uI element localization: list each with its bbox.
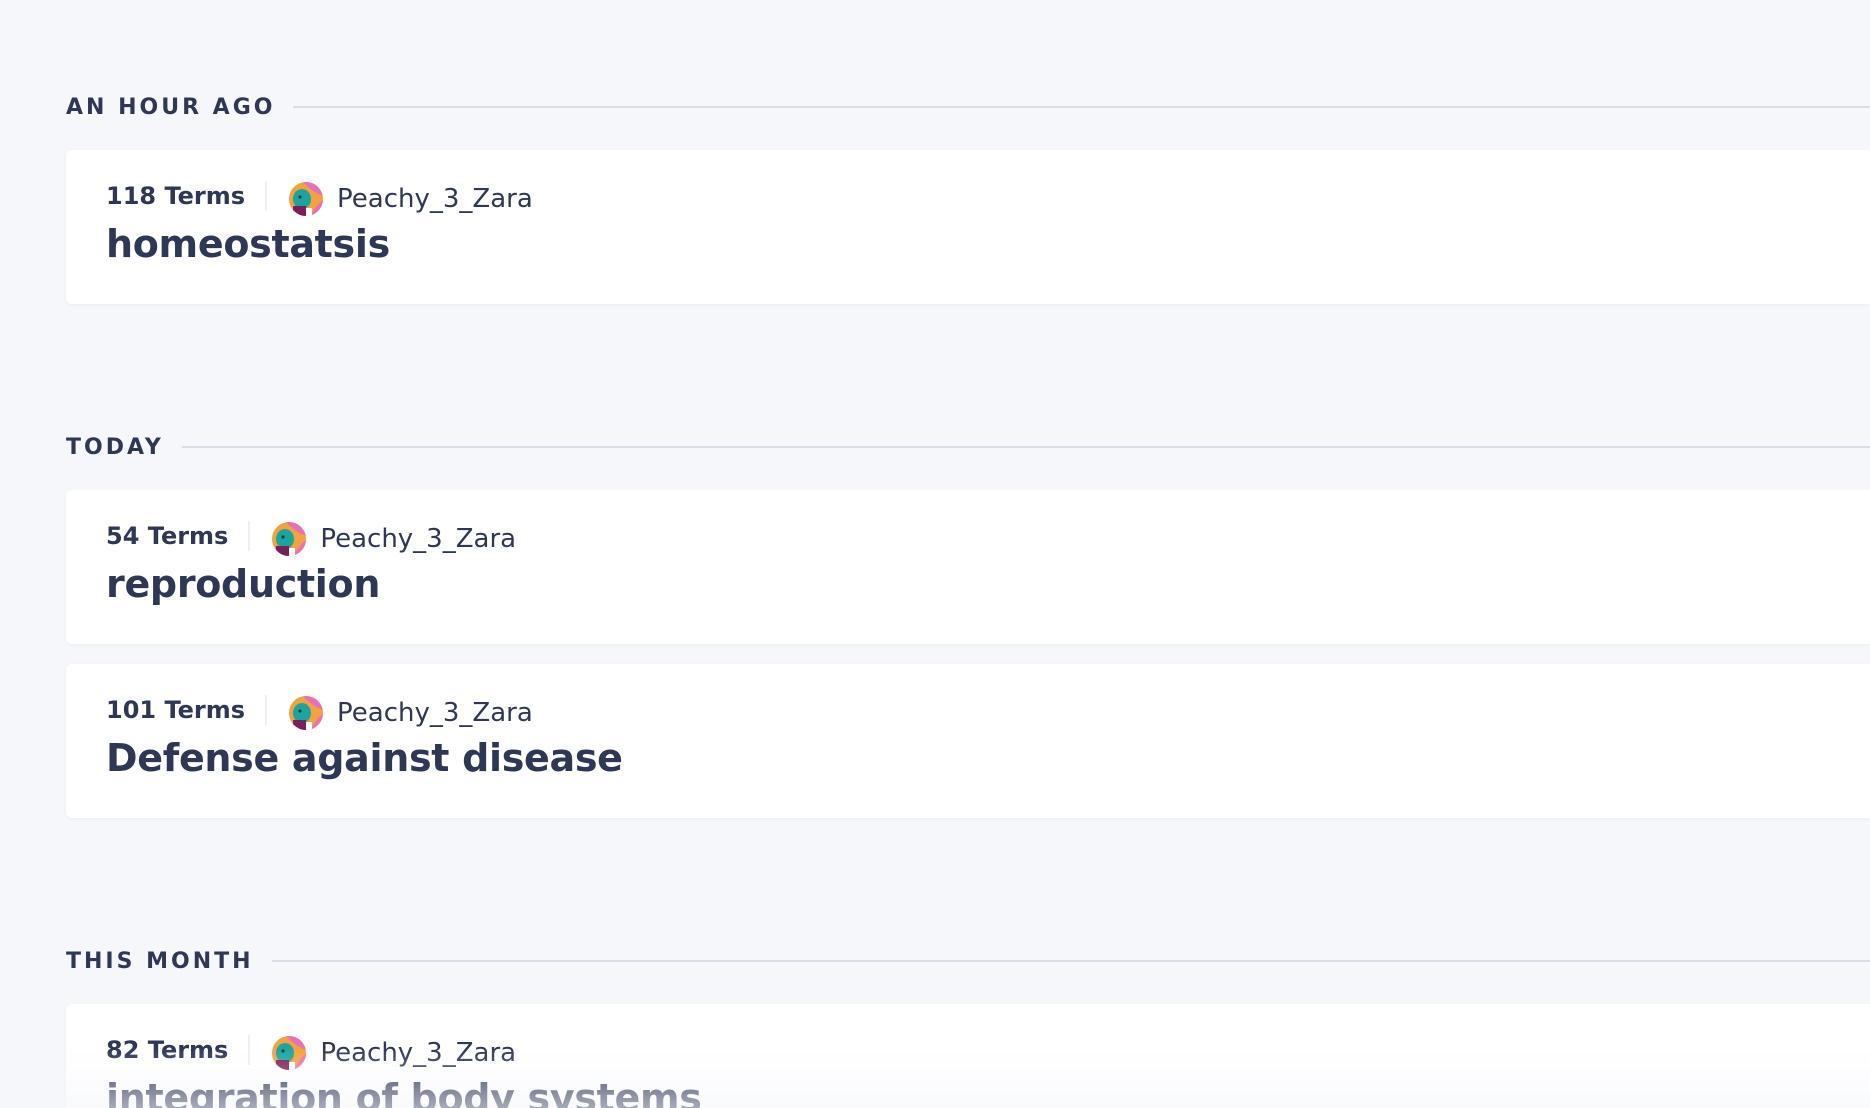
study-set-card[interactable]: 101 Terms Peachy_3_Zara Defense against xyxy=(66,664,1870,818)
group-header: THIS MONTH xyxy=(66,946,1870,976)
study-set-title[interactable]: integration of body systems xyxy=(106,1076,702,1108)
group-label: THIS MONTH xyxy=(66,948,254,974)
card-meta: 118 Terms Peachy_3_Zara xyxy=(106,176,533,216)
meta-divider xyxy=(265,695,268,725)
meta-divider xyxy=(248,1035,251,1065)
card-meta: 54 Terms Peachy_3_Zara xyxy=(106,516,516,556)
author-name[interactable]: Peachy_3_Zara xyxy=(337,698,533,728)
group-label: AN HOUR AGO xyxy=(66,94,276,120)
group-header: AN HOUR AGO xyxy=(66,92,1870,122)
term-count: 82 Terms xyxy=(106,1036,229,1064)
user-avatar-icon[interactable] xyxy=(272,522,307,556)
user-avatar-icon[interactable] xyxy=(289,696,324,730)
card-meta: 101 Terms Peachy_3_Zara xyxy=(106,690,533,730)
user-avatar-icon[interactable] xyxy=(272,1036,307,1070)
group-divider xyxy=(181,446,1870,448)
author-name[interactable]: Peachy_3_Zara xyxy=(320,524,516,554)
group-header: TODAY xyxy=(66,432,1870,462)
author-name[interactable]: Peachy_3_Zara xyxy=(337,184,533,214)
card-meta: 82 Terms Peachy_3_Zara xyxy=(106,1030,516,1070)
study-set-title[interactable]: Defense against disease xyxy=(106,736,623,780)
term-count: 118 Terms xyxy=(106,182,246,210)
study-set-card[interactable]: 82 Terms Peachy_3_Zara integration of bo… xyxy=(66,1004,1870,1108)
study-sets-page: AN HOUR AGO 118 Terms Peachy_3_Zara home… xyxy=(0,0,1870,1108)
study-set-card[interactable]: 118 Terms Peachy_3_Zara homeostatsis xyxy=(66,150,1870,304)
term-count: 54 Terms xyxy=(106,522,229,550)
user-avatar-icon[interactable] xyxy=(289,182,324,216)
study-set-title[interactable]: reproduction xyxy=(106,562,380,606)
group-divider xyxy=(293,106,1870,108)
meta-divider xyxy=(265,181,268,211)
study-set-title[interactable]: homeostatsis xyxy=(106,222,390,266)
term-count: 101 Terms xyxy=(106,696,246,724)
group-an-hour-ago: AN HOUR AGO 118 Terms Peachy_3_Zara home… xyxy=(66,92,1870,304)
group-today: TODAY 54 Terms Peachy_3_Zara reproductio… xyxy=(66,432,1870,818)
author-name[interactable]: Peachy_3_Zara xyxy=(320,1038,516,1068)
study-set-card[interactable]: 54 Terms Peachy_3_Zara reproduction xyxy=(66,490,1870,644)
group-divider xyxy=(271,960,1870,962)
group-this-month: THIS MONTH 82 Terms Peachy_3_Zara integr… xyxy=(66,946,1870,1108)
group-label: TODAY xyxy=(66,434,164,460)
meta-divider xyxy=(248,521,251,551)
